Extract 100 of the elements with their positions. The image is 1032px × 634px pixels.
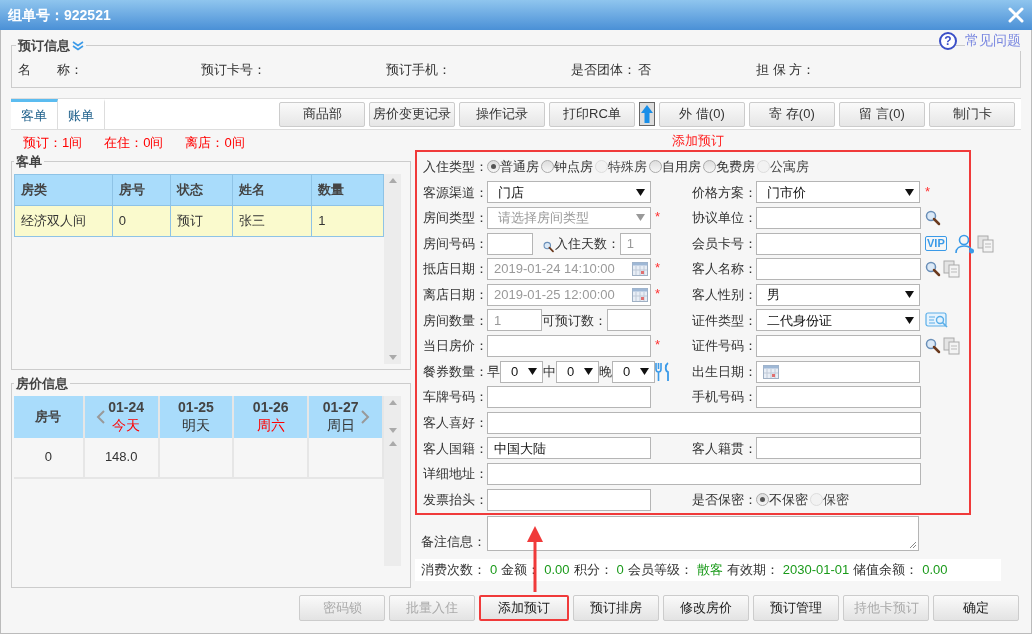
field-label: 早 [487,362,500,381]
radio-button[interactable] [487,160,500,174]
date-label[interactable]: 01-24 [108,399,145,416]
search-icon[interactable] [925,261,941,278]
date-label[interactable]: 01-25 [178,399,214,416]
field-label: 备注信息： [420,532,487,551]
toolbar-button[interactable]: 房价变更记录 [369,101,455,127]
toolbar-button[interactable]: 外 借(0) [659,101,745,127]
text-area[interactable] [487,516,919,551]
radio-label[interactable]: 不保密 [769,489,808,510]
column-header[interactable]: 房类 [14,174,113,205]
stat-value: 散客 [696,561,723,580]
scroll-up-icon[interactable] [388,440,397,446]
input-field[interactable] [487,386,651,409]
next-icon[interactable] [360,409,371,424]
field-label: 当日房价： [422,337,487,356]
field-label: 出生日期： [691,362,756,381]
search-icon[interactable] [925,337,941,354]
scroll-down-icon[interactable] [388,427,397,433]
scrollbar[interactable] [384,395,401,437]
input-field[interactable] [756,232,921,255]
user-icon[interactable] [954,233,975,254]
toolbar-button[interactable]: 操作记录 [459,101,545,127]
scroll-up-icon[interactable] [388,177,397,183]
date-label[interactable]: 01-26 [252,399,289,416]
input-field[interactable] [756,334,921,357]
radio-label[interactable]: 自用房 [662,157,701,177]
dropdown[interactable]: 二代身份证 [756,309,920,332]
toolbar-button[interactable]: 商品部 [279,101,365,127]
input-field[interactable] [756,437,921,460]
input-field[interactable] [487,334,651,357]
radio-label[interactable]: 普通房 [500,157,539,177]
input-field[interactable] [756,207,921,229]
radio-button[interactable] [541,160,554,174]
toolbar-button[interactable]: 打印RC单 [549,101,635,127]
stat-label: 有效期： [726,561,779,580]
column-header[interactable]: 状态 [170,174,233,205]
table-row[interactable]: 经济双人间 0 预订 张三 1 [14,205,384,236]
previous-icon[interactable] [96,409,107,424]
dropdown[interactable]: 男 [756,283,920,306]
required-mark: * [655,284,661,303]
search-icon[interactable] [925,210,941,226]
table-cell: 1 [311,205,384,236]
caret-icon [636,214,645,222]
fork-knife-icon[interactable] [655,361,671,382]
toolbar-button[interactable]: 制门卡 [929,101,1015,127]
dropdown[interactable]: 0 [612,360,655,383]
toolbar-button[interactable]: 留 言(0) [839,101,925,127]
input-field[interactable] [487,232,534,255]
close-icon[interactable] [1008,7,1024,23]
input-field[interactable] [756,386,921,409]
footer-button[interactable]: 确定 [933,595,1019,621]
field-label: 会员卡号： [691,234,756,253]
copy-icon[interactable] [976,234,995,253]
chevron-down-icon[interactable] [72,40,84,51]
radio-button[interactable] [703,160,716,174]
up-arrow-icon[interactable] [639,102,655,126]
help-icon[interactable]: ? [939,31,957,50]
id-scan-icon[interactable] [925,312,949,329]
input-field[interactable] [487,411,921,434]
scrollbar[interactable] [384,436,401,566]
input-field[interactable] [487,488,651,511]
dropdown[interactable]: 0 [500,360,543,383]
day-label: 周日 [326,416,355,434]
column-header[interactable]: 数量 [311,174,384,205]
scroll-up-icon[interactable] [388,399,397,405]
radio-button[interactable] [649,160,662,174]
stat-value: 2030-01-01 [782,561,850,580]
column-header[interactable]: 姓名 [232,174,312,205]
caret-icon [584,368,593,376]
radio-label[interactable]: 钟点房 [554,157,593,177]
dropdown[interactable]: 门店 [487,181,651,204]
input-field[interactable] [487,462,921,485]
field-label: 是否保密： [691,490,756,509]
toolbar-button[interactable]: 寄 存(0) [749,101,835,127]
column-header[interactable]: 房号 [14,395,84,438]
caret-icon [905,316,914,324]
dropdown[interactable]: 门市价 [756,181,920,204]
footer-button[interactable]: 修改房价 [663,595,749,621]
stat-label: 储值余额： [853,561,919,580]
radio-label[interactable]: 免费房 [716,157,755,177]
input-field[interactable] [607,309,651,332]
dropdown[interactable]: 0 [556,360,599,383]
column-header[interactable]: 房号 [112,174,171,205]
field-label: 离店日期： [422,286,487,304]
footer-button[interactable]: 预订排房 [573,595,659,621]
footer-button[interactable]: 添加预订 [479,595,569,621]
tab[interactable]: 客单 [11,99,58,129]
scroll-down-icon[interactable] [388,354,397,360]
date-field[interactable] [756,360,920,383]
resize-handle-icon[interactable] [909,541,917,549]
date-label[interactable]: 01-27 [322,399,359,416]
search-icon[interactable] [543,240,555,253]
input-field[interactable]: 中国大陆 [487,437,651,460]
input-field[interactable] [756,258,921,281]
radio-button[interactable] [756,493,769,506]
caret-icon [905,291,914,299]
footer-button[interactable]: 预订管理 [753,595,839,621]
scrollbar[interactable] [384,173,401,364]
calendar-icon[interactable] [763,364,779,379]
